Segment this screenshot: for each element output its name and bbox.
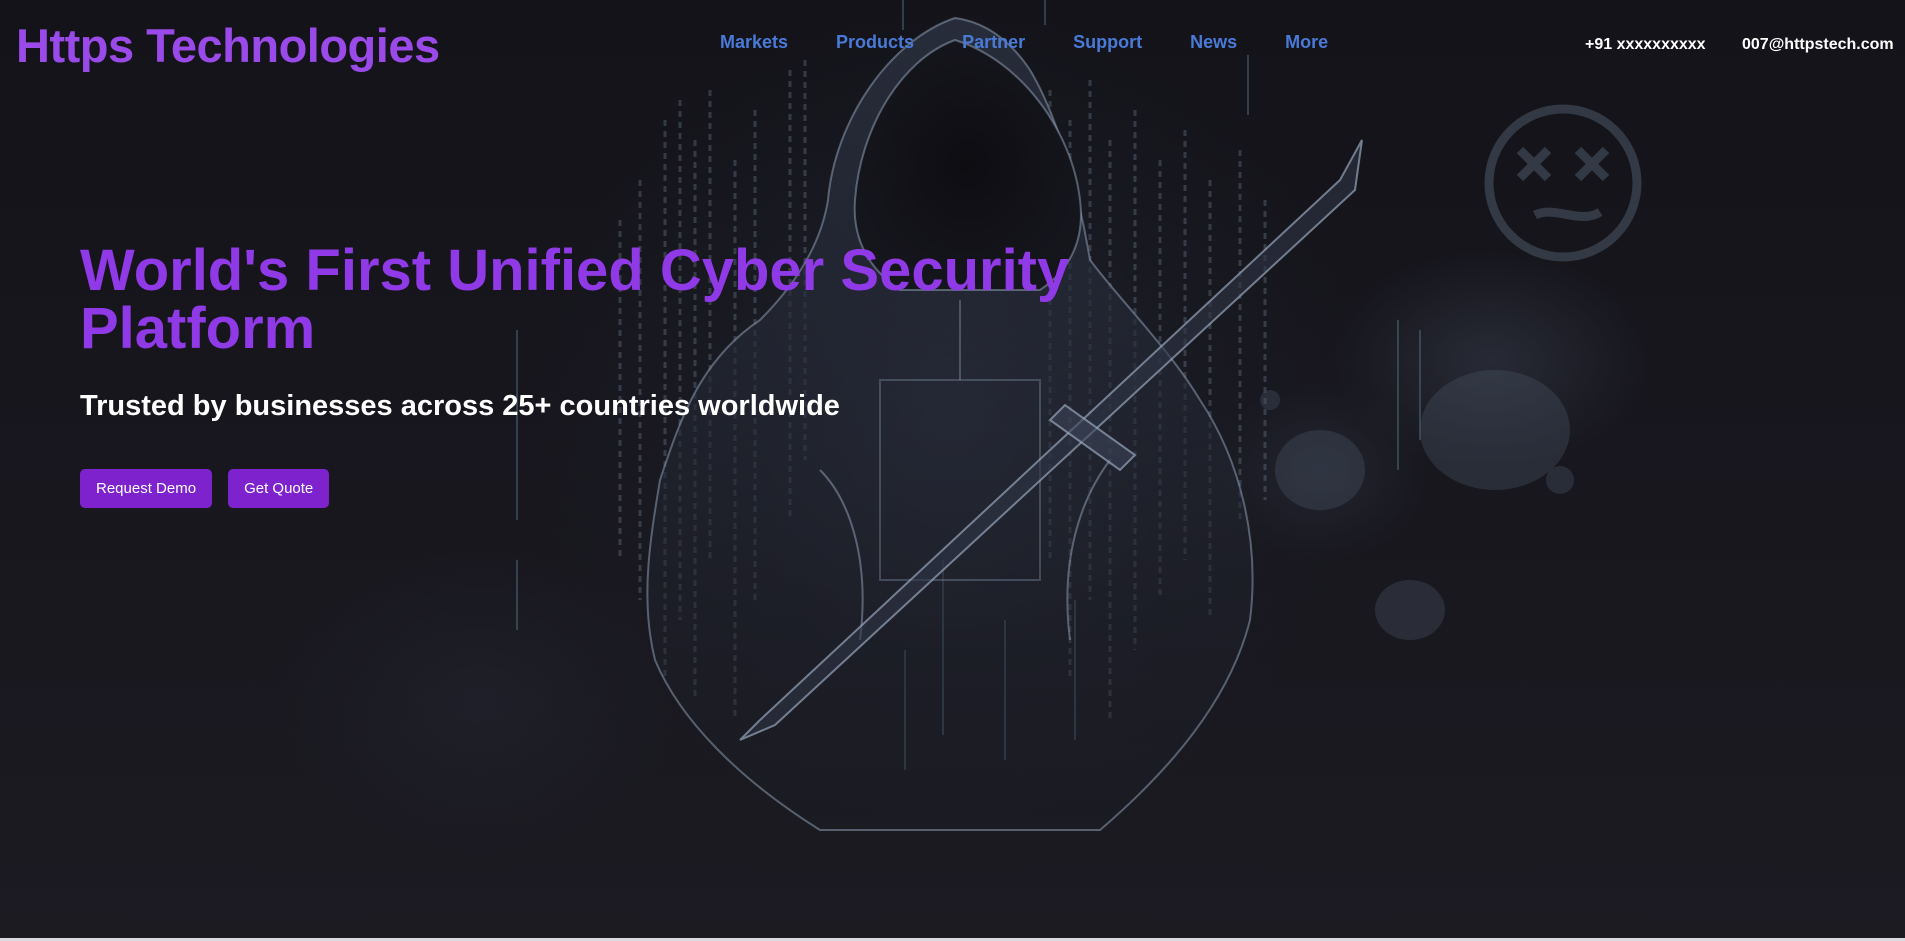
main-nav: Markets Products Partner Support News Mo… [720, 32, 1376, 53]
drip-lines [516, 0, 1421, 770]
request-demo-button[interactable]: Request Demo [80, 469, 213, 508]
nav-item-partner[interactable]: Partner [962, 32, 1025, 53]
skull-graffiti-icon [1484, 104, 1642, 262]
get-quote-button[interactable]: Get Quote [228, 469, 330, 508]
landing-page: Https Technologies Markets Products Part… [0, 0, 1905, 938]
hero-title: World's First Unified Cyber Security Pla… [80, 238, 1070, 361]
brand-logo[interactable]: Https Technologies [16, 18, 440, 73]
blade [739, 139, 1363, 741]
contact-phone[interactable]: +91 xxxxxxxxxx [1585, 36, 1706, 54]
site-header: Https Technologies Markets Products Part… [0, 0, 1905, 90]
hero-buttons: Request Demo Get Quote [80, 469, 330, 508]
nav-item-markets[interactable]: Markets [720, 32, 788, 53]
nav-item-more[interactable]: More [1285, 32, 1328, 53]
nav-item-products[interactable]: Products [836, 32, 914, 53]
hero-subtitle: Trusted by businesses across 25+ countri… [80, 390, 840, 422]
nav-item-support[interactable]: Support [1073, 32, 1142, 53]
contact-email[interactable]: 007@httpstech.com [1742, 36, 1894, 54]
hooded-figure [646, 16, 1254, 831]
paint-splatter [1260, 370, 1574, 640]
nav-item-news[interactable]: News [1190, 32, 1237, 53]
